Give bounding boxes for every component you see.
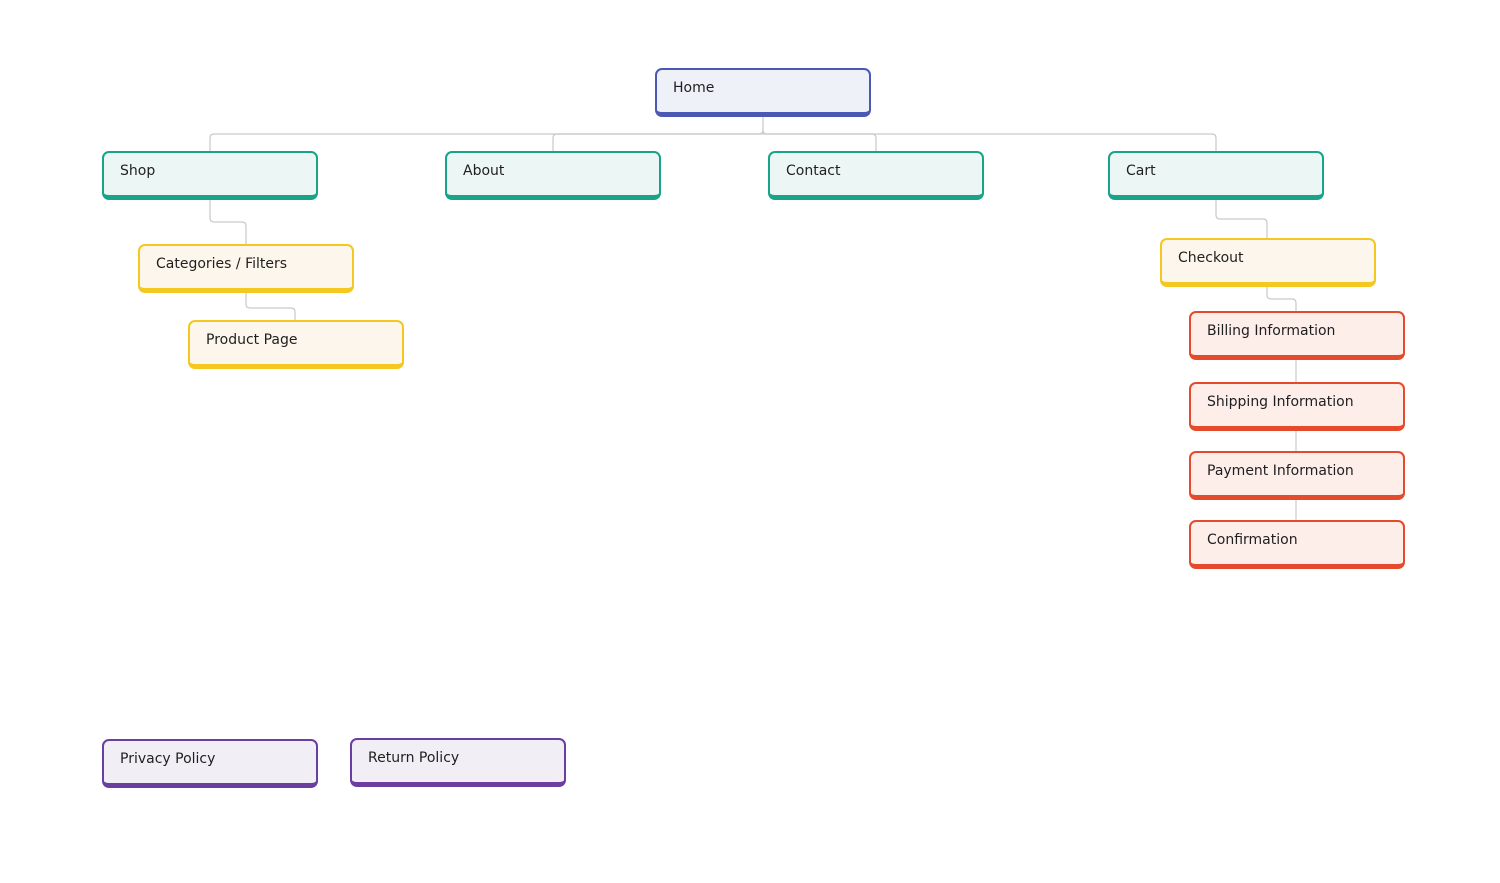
node-billing-information[interactable]: Billing Information [1189, 311, 1405, 360]
node-contact[interactable]: Contact [768, 151, 984, 200]
node-label: Contact [786, 163, 841, 179]
connector-home-about [552, 133, 763, 152]
node-return-policy[interactable]: Return Policy [350, 738, 566, 787]
node-label: Cart [1126, 163, 1156, 179]
node-shipping-information[interactable]: Shipping Information [1189, 382, 1405, 431]
node-label: Privacy Policy [120, 751, 216, 767]
node-label: Checkout [1178, 250, 1244, 266]
node-label: Shop [120, 163, 156, 179]
connector-cart-checkout [1215, 200, 1268, 239]
node-label: Home [673, 80, 715, 96]
node-home[interactable]: Home [655, 68, 871, 117]
node-label: About [463, 163, 505, 179]
node-label: Product Page [206, 332, 298, 348]
node-label: Shipping Information [1207, 394, 1354, 410]
node-label: Return Policy [368, 750, 460, 766]
node-shop[interactable]: Shop [102, 151, 318, 200]
node-product-page[interactable]: Product Page [188, 320, 404, 369]
connector-home-contact [763, 133, 877, 152]
node-privacy-policy[interactable]: Privacy Policy [102, 739, 318, 788]
node-label: Billing Information [1207, 323, 1336, 339]
node-label: Confirmation [1207, 532, 1298, 548]
connector-shop-categories [209, 200, 247, 245]
node-categories-filters[interactable]: Categories / Filters [138, 244, 354, 293]
node-label: Categories / Filters [156, 256, 288, 272]
node-about[interactable]: About [445, 151, 661, 200]
node-checkout[interactable]: Checkout [1160, 238, 1376, 287]
connector-home-cart [762, 129, 1217, 152]
node-label: Payment Information [1207, 463, 1354, 479]
node-cart[interactable]: Cart [1108, 151, 1324, 200]
connector-checkout-billing [1266, 287, 1297, 312]
node-payment-information[interactable]: Payment Information [1189, 451, 1405, 500]
connector-categories-product [245, 293, 296, 321]
node-confirmation[interactable]: Confirmation [1189, 520, 1405, 569]
